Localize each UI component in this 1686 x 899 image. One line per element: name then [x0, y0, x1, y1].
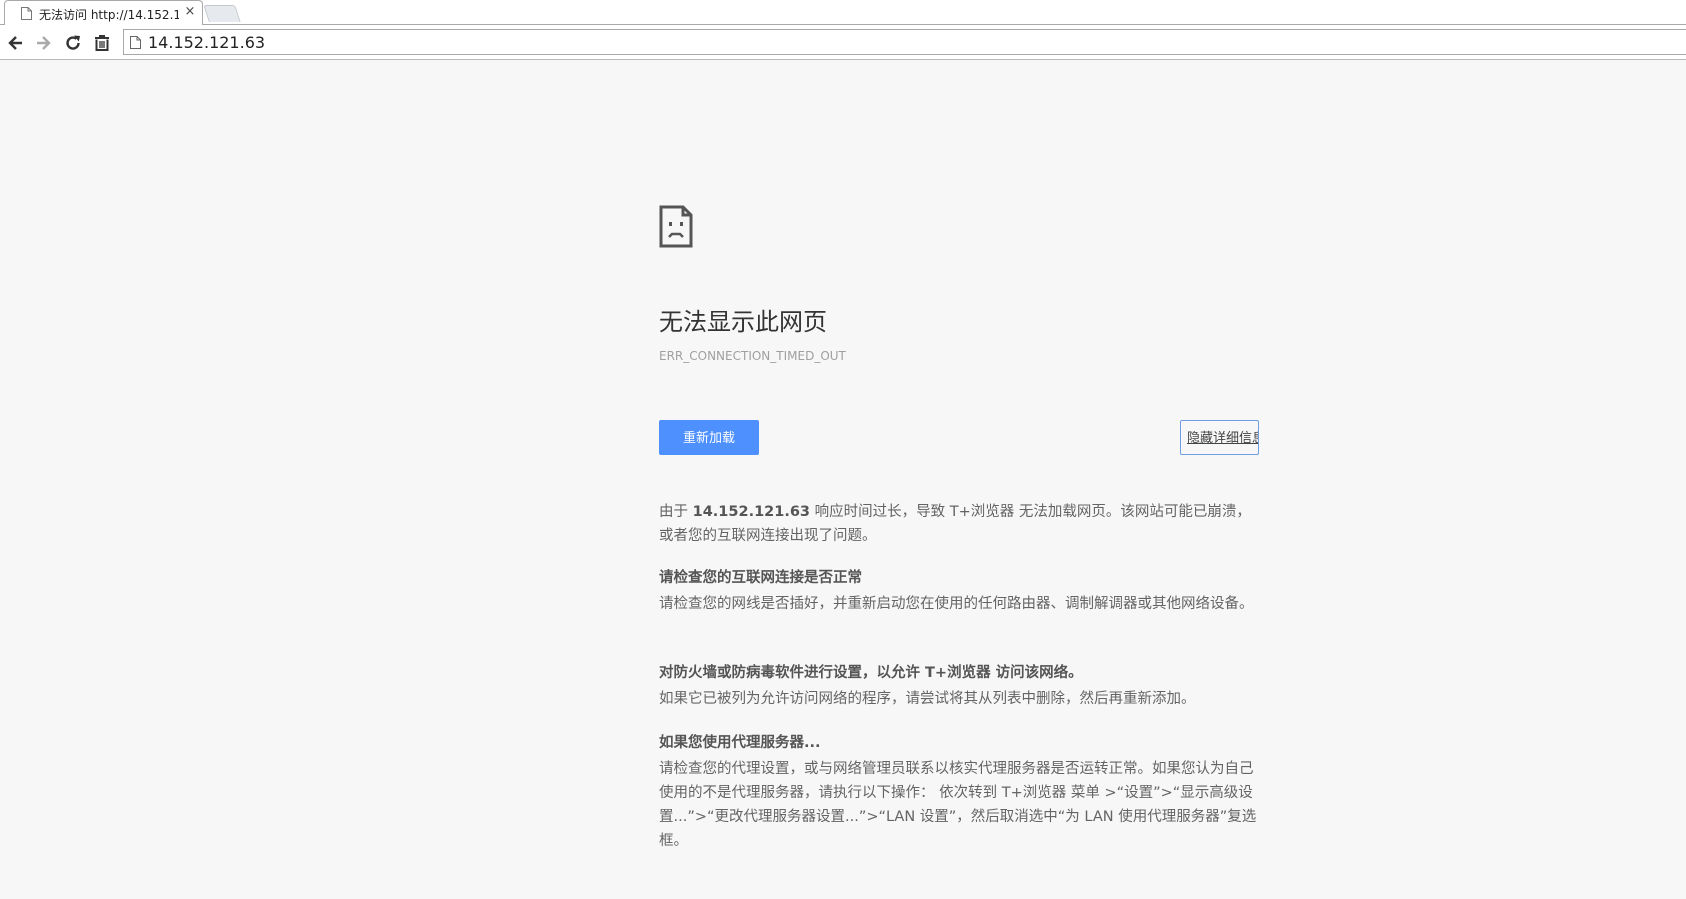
section-title-proxy: 如果您使用代理服务器... — [659, 735, 821, 751]
section-title-connection: 请检查您的互联网连接是否正常 — [659, 570, 862, 586]
reload-button[interactable]: 重新加载 — [659, 420, 759, 455]
back-arrow-icon[interactable] — [6, 33, 26, 53]
new-tab-button[interactable] — [203, 5, 241, 22]
section-body-connection: 请检查您的网线是否插好，并重新启动您在使用的任何路由器、调制解调器或其他网络设备… — [659, 596, 1254, 612]
error-code: ERR_CONNECTION_TIMED_OUT — [659, 349, 846, 363]
address-bar[interactable]: 14.152.121.63 — [123, 29, 1686, 55]
section-body-firewall: 如果它已被列为允许访问网络的程序，请尝试将其从列表中删除，然后再重新添加。 — [659, 691, 1196, 707]
tab-strip: 无法访问 http://14.152.1 × — [0, 0, 1686, 25]
page-icon — [21, 7, 32, 20]
tab-title: 无法访问 http://14.152.1 — [39, 8, 179, 22]
section-title-firewall: 对防火墙或防病毒软件进行设置，以允许 T+浏览器 访问该网络。 — [659, 665, 1083, 681]
hide-details-button[interactable]: 隐藏详细信息 — [1180, 420, 1259, 455]
page-icon — [130, 36, 141, 49]
sad-page-icon — [659, 205, 693, 248]
browser-toolbar: 14.152.121.63 — [0, 25, 1686, 60]
page-title: 无法显示此网页 — [659, 308, 827, 336]
forward-arrow-icon[interactable] — [33, 33, 53, 53]
error-summary: 由于 14.152.121.63 响应时间过长，导致 T+浏览器 无法加载网页。… — [659, 500, 1259, 548]
reload-icon[interactable] — [63, 33, 83, 53]
active-tab[interactable]: 无法访问 http://14.152.1 × — [4, 0, 203, 25]
summary-prefix: 由于 — [659, 504, 693, 520]
section-body-proxy: 请检查您的代理设置，或与网络管理员联系以核实代理服务器是否运转正常。如果您认为自… — [659, 761, 1257, 849]
address-url[interactable]: 14.152.121.63 — [148, 33, 265, 52]
tab-close-icon[interactable]: × — [183, 4, 197, 20]
summary-host: 14.152.121.63 — [692, 504, 811, 520]
trash-icon[interactable] — [92, 33, 112, 53]
